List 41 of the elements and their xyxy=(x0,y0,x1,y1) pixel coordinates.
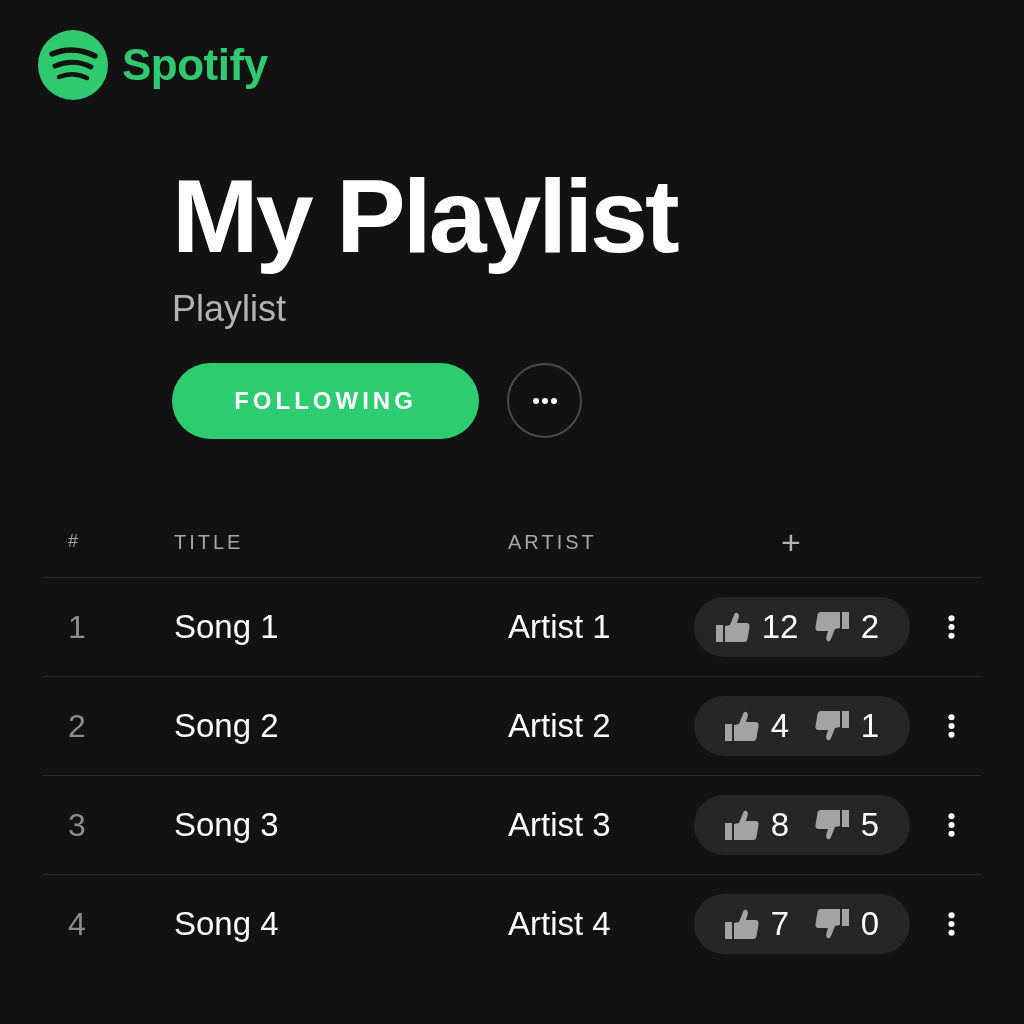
track-number: 4 xyxy=(68,904,86,944)
dislike-count: 5 xyxy=(860,805,880,845)
artist-name: Artist 3 xyxy=(508,805,611,845)
brand-name: Spotify xyxy=(122,43,268,87)
thumb-down-icon[interactable] xyxy=(814,711,849,741)
like-count: 12 xyxy=(761,607,799,647)
column-header: ARTIST xyxy=(508,530,597,554)
artist-name: Artist 4 xyxy=(508,904,611,944)
dots-icon xyxy=(532,398,557,404)
thumb-down-icon[interactable] xyxy=(814,909,849,939)
thumb-down-icon[interactable] xyxy=(814,810,849,840)
kebab-menu-icon[interactable] xyxy=(948,812,955,838)
thumb-down-icon[interactable] xyxy=(814,612,849,642)
add-button[interactable]: + xyxy=(779,521,803,563)
dislike-count: 2 xyxy=(860,607,880,647)
like-count: 8 xyxy=(770,805,790,845)
song-title: Song 3 xyxy=(174,805,279,845)
like-count: 7 xyxy=(770,904,790,944)
kebab-menu-icon[interactable] xyxy=(948,911,955,937)
like-count: 4 xyxy=(770,706,790,746)
track-number: 2 xyxy=(68,706,86,746)
column-header: # xyxy=(68,531,78,553)
artist-name: Artist 2 xyxy=(508,706,611,746)
dislike-count: 1 xyxy=(860,706,880,746)
kebab-menu-icon[interactable] xyxy=(948,713,955,739)
playlist-title: My Playlist xyxy=(172,157,679,276)
logo-icon xyxy=(38,30,108,100)
song-title: Song 2 xyxy=(174,706,279,746)
artist-name: Artist 1 xyxy=(508,607,611,647)
thumb-up-icon[interactable] xyxy=(715,612,750,642)
column-header: TITLE xyxy=(174,530,244,554)
song-title: Song 4 xyxy=(174,904,279,944)
dislike-count: 0 xyxy=(860,904,880,944)
thumb-up-icon[interactable] xyxy=(724,909,759,939)
thumb-up-icon[interactable] xyxy=(724,711,759,741)
kebab-menu-icon[interactable] xyxy=(948,614,955,640)
playlist-type-label: Playlist xyxy=(172,286,287,330)
track-number: 1 xyxy=(68,607,86,647)
thumb-up-icon[interactable] xyxy=(724,810,759,840)
track-number: 3 xyxy=(68,805,86,845)
song-title: Song 1 xyxy=(174,607,279,647)
